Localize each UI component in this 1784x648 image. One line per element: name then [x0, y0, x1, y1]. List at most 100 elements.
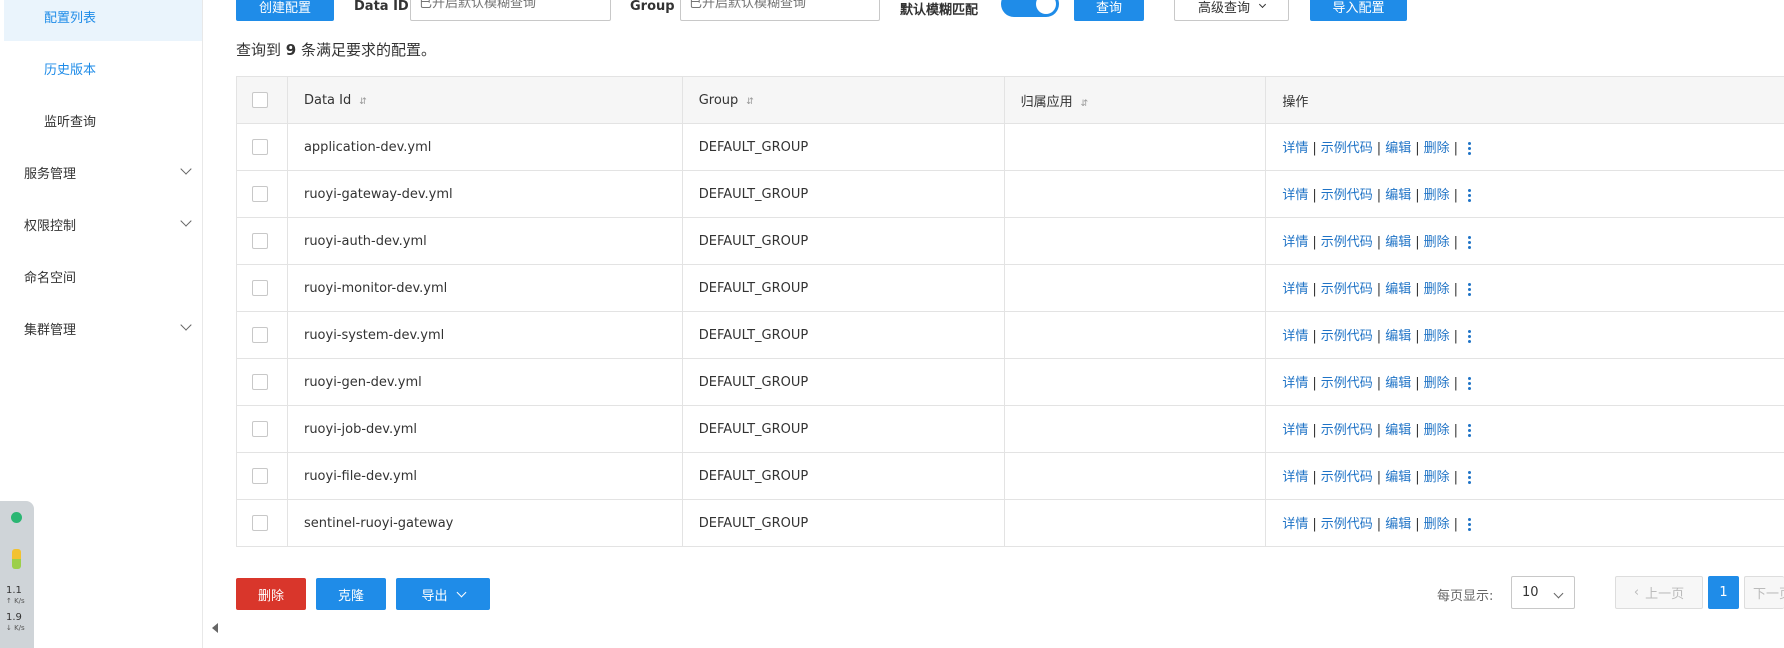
more-vertical-icon[interactable] — [1468, 187, 1471, 204]
advanced-query-label: 高级查询 — [1197, 0, 1250, 16]
network-speed-widget[interactable]: 1.1 ↑ K/s 1.9 ↓ K/s — [0, 501, 34, 648]
sidebar-item-config-list[interactable]: 配置列表 — [4, 0, 202, 41]
more-vertical-icon[interactable] — [1468, 234, 1471, 251]
sidebar-item-history[interactable]: 历史版本 — [4, 43, 202, 93]
sort-icon[interactable]: ⇵ — [359, 97, 367, 107]
fuzzy-match-toggle[interactable] — [1001, 0, 1059, 17]
delete-link[interactable]: 删除 — [1424, 517, 1450, 532]
row-checkbox[interactable] — [252, 468, 268, 484]
more-vertical-icon[interactable] — [1468, 281, 1471, 298]
edit-link[interactable]: 编辑 — [1385, 188, 1411, 203]
advanced-query-button[interactable]: 高级查询 — [1174, 0, 1289, 21]
delete-link[interactable]: 删除 — [1424, 329, 1450, 344]
separator: | — [1376, 376, 1382, 391]
page-number-current[interactable]: 1 — [1708, 576, 1739, 609]
detail-link[interactable]: 详情 — [1282, 282, 1308, 297]
fuzzy-match-label: 默认模糊匹配 — [900, 3, 979, 18]
edit-link[interactable]: 编辑 — [1385, 141, 1411, 156]
sample-code-link[interactable]: 示例代码 — [1321, 470, 1373, 485]
more-vertical-icon[interactable] — [1468, 375, 1471, 392]
sidebar-item-listener-query[interactable]: 监听查询 — [4, 95, 202, 145]
row-checkbox[interactable] — [252, 374, 268, 390]
detail-link[interactable]: 详情 — [1282, 188, 1308, 203]
sample-code-link[interactable]: 示例代码 — [1321, 517, 1373, 532]
detail-link[interactable]: 详情 — [1282, 235, 1308, 250]
delete-link[interactable]: 删除 — [1424, 282, 1450, 297]
delete-link[interactable]: 删除 — [1424, 235, 1450, 250]
edit-link[interactable]: 编辑 — [1385, 329, 1411, 344]
edit-link[interactable]: 编辑 — [1385, 376, 1411, 391]
create-config-button[interactable]: 创建配置 — [236, 0, 334, 21]
row-checkbox[interactable] — [252, 327, 268, 343]
page-size-select[interactable]: 10 — [1511, 576, 1575, 609]
detail-link[interactable]: 详情 — [1282, 141, 1308, 156]
delete-link[interactable]: 删除 — [1424, 470, 1450, 485]
dataid-search-input[interactable] — [410, 0, 611, 21]
next-page-button[interactable]: 下一页 — [1744, 576, 1784, 609]
detail-link[interactable]: 详情 — [1282, 329, 1308, 344]
row-select-cell — [236, 311, 288, 359]
sort-icon[interactable]: ⇵ — [746, 97, 754, 107]
edit-link[interactable]: 编辑 — [1385, 235, 1411, 250]
delete-link[interactable]: 删除 — [1424, 376, 1450, 391]
row-checkbox[interactable] — [252, 280, 268, 296]
sample-code-link[interactable]: 示例代码 — [1321, 188, 1373, 203]
sidebar-item-cluster[interactable]: 集群管理 — [4, 303, 202, 353]
row-checkbox[interactable] — [252, 186, 268, 202]
edit-link[interactable]: 编辑 — [1385, 282, 1411, 297]
sample-code-link[interactable]: 示例代码 — [1321, 282, 1373, 297]
query-button[interactable]: 查询 — [1074, 0, 1144, 21]
result-summary: 查询到 9 条满足要求的配置。 — [236, 39, 436, 60]
more-vertical-icon[interactable] — [1468, 422, 1471, 439]
cell-ops: 详情 | 示例代码 | 编辑 | 删除 | — [1265, 405, 1784, 453]
detail-link[interactable]: 详情 — [1282, 423, 1308, 438]
summary-suffix: 条满足要求的配置。 — [301, 41, 437, 59]
sample-code-link[interactable]: 示例代码 — [1321, 423, 1373, 438]
column-header-app[interactable]: 归属应用 ⇵ — [1003, 76, 1267, 124]
row-checkbox[interactable] — [252, 421, 268, 437]
sample-code-link[interactable]: 示例代码 — [1321, 235, 1373, 250]
detail-link[interactable]: 详情 — [1282, 376, 1308, 391]
detail-link[interactable]: 详情 — [1282, 517, 1308, 532]
delete-link[interactable]: 删除 — [1424, 423, 1450, 438]
edit-link[interactable]: 编辑 — [1385, 423, 1411, 438]
edit-link[interactable]: 编辑 — [1385, 470, 1411, 485]
sidebar-item-permission[interactable]: 权限控制 — [4, 199, 202, 249]
cell-app — [1003, 264, 1267, 312]
table-row: ruoyi-gateway-dev.yml DEFAULT_GROUP 详情 | 示例代… — [236, 170, 1784, 218]
sort-icon[interactable]: ⇵ — [1081, 99, 1089, 109]
delete-link[interactable]: 删除 — [1424, 141, 1450, 156]
more-vertical-icon[interactable] — [1468, 328, 1471, 345]
chevron-down-icon — [180, 163, 192, 175]
sample-code-link[interactable]: 示例代码 — [1321, 376, 1373, 391]
separator: | — [1312, 423, 1317, 438]
group-search-input[interactable] — [680, 0, 880, 21]
sample-code-link[interactable]: 示例代码 — [1321, 329, 1373, 344]
prev-page-button[interactable]: ‹ 上一页 — [1615, 576, 1703, 609]
row-select-cell — [236, 499, 288, 547]
more-vertical-icon[interactable] — [1468, 516, 1471, 533]
row-checkbox[interactable] — [252, 139, 268, 155]
sample-code-link[interactable]: 示例代码 — [1321, 141, 1373, 156]
edit-link[interactable]: 编辑 — [1385, 517, 1411, 532]
row-checkbox[interactable] — [252, 515, 268, 531]
column-header-dataid[interactable]: Data Id ⇵ — [286, 76, 683, 124]
sidebar-item-label: 配置列表 — [44, 10, 97, 26]
column-header-group[interactable]: Group ⇵ — [681, 76, 1005, 124]
clone-button[interactable]: 克隆 — [316, 578, 386, 610]
cell-ops: 详情 | 示例代码 | 编辑 | 删除 | — [1265, 170, 1784, 218]
batch-delete-button[interactable]: 删除 — [236, 578, 306, 610]
sidebar-item-service-mgmt[interactable]: 服务管理 — [4, 147, 202, 197]
collapse-sidebar-icon[interactable] — [212, 623, 218, 633]
row-checkbox[interactable] — [252, 233, 268, 249]
select-all-checkbox[interactable] — [252, 92, 268, 108]
separator: | — [1376, 235, 1382, 250]
export-button[interactable]: 导出 — [396, 578, 490, 610]
delete-link[interactable]: 删除 — [1424, 188, 1450, 203]
import-config-button[interactable]: 导入配置 — [1310, 0, 1407, 21]
row-select-cell — [236, 264, 288, 312]
more-vertical-icon[interactable] — [1468, 469, 1471, 486]
detail-link[interactable]: 详情 — [1282, 470, 1308, 485]
sidebar-item-namespace[interactable]: 命名空间 — [4, 251, 202, 301]
more-vertical-icon[interactable] — [1468, 140, 1471, 157]
